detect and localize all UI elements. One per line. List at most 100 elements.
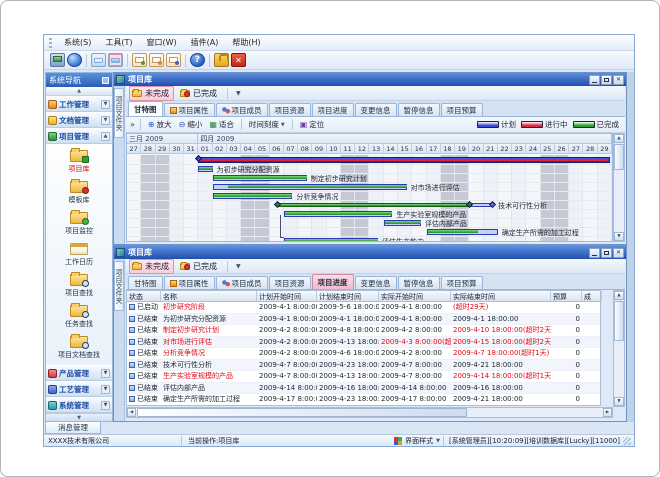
collapse-button[interactable]: ▲	[46, 87, 112, 96]
resize-grip[interactable]	[623, 437, 631, 445]
column-实际开始时间[interactable]: 实际开始时间	[379, 291, 451, 301]
scroll-thumb[interactable]	[614, 301, 624, 341]
tab-变更信息[interactable]: 变更信息	[355, 103, 397, 116]
chevron-down-icon[interactable]: ▼	[233, 90, 244, 97]
maximize-button[interactable]	[601, 75, 612, 85]
chevron-down-icon[interactable]: ▼	[233, 263, 244, 270]
task-bar[interactable]	[284, 238, 378, 241]
filter-button-未完成[interactable]: 未完成	[129, 86, 174, 101]
tab-项目属性[interactable]: 项目属性	[164, 103, 215, 116]
nav-item-项目文档查找[interactable]: 项目文档查找	[58, 333, 100, 362]
mail-note-icon[interactable]	[166, 53, 181, 67]
sidebar-group-产品管理[interactable]: 产品管理▼	[46, 365, 112, 381]
scroll-right-arrow[interactable]: ▶	[603, 408, 612, 417]
tab-变更信息[interactable]: 变更信息	[355, 276, 397, 289]
column-计划开始时间[interactable]: 计划开始时间	[257, 291, 317, 301]
column-状态[interactable]: 状态	[127, 291, 161, 301]
nav-item-项目库[interactable]: 项目库	[69, 147, 90, 176]
task-bar[interactable]	[427, 229, 498, 235]
table-row[interactable]: 已结束分析竞争情况2009-4-2 8:00:002009-4-6 18:00:…	[127, 348, 600, 360]
menu-item-2[interactable]: 工具(T)	[98, 35, 139, 50]
column-成[interactable]: 成	[582, 291, 602, 301]
pin-icon[interactable]	[102, 77, 109, 84]
locate-button[interactable]: ▣定位	[298, 118, 327, 131]
chevron-down-icon[interactable]: ▼	[101, 116, 110, 125]
scroll-up-arrow[interactable]: ▲	[614, 291, 624, 300]
more-buttons-icon[interactable]: »	[130, 120, 135, 129]
window-titlebar[interactable]: 项目库✕	[114, 246, 626, 259]
column-实际结束时间[interactable]: 实际结束时间	[451, 291, 551, 301]
table-row[interactable]: 已结束制定初步研究计划2009-4-2 8:00:002009-4-8 18:0…	[127, 325, 600, 337]
nav-item-工作日历[interactable]: 工作日历	[65, 240, 93, 269]
vertical-scrollbar[interactable]: ▲▼	[613, 133, 625, 242]
nav-item-项目监控[interactable]: 项目监控	[65, 209, 93, 238]
minimize-button[interactable]	[589, 75, 600, 85]
column-预算[interactable]: 预算	[551, 291, 582, 301]
tab-项目成员[interactable]: 项目成员	[216, 276, 268, 289]
summary-bar[interactable]	[198, 157, 610, 163]
column-名称[interactable]: 名称	[161, 291, 257, 301]
tab-暂停信息[interactable]: 暂停信息	[398, 276, 440, 289]
chevron-down-icon[interactable]: ▼	[436, 438, 440, 444]
nav-item-任务查找[interactable]: 任务查找	[65, 302, 93, 331]
zoom-out-button[interactable]: ⊖缩小	[177, 118, 205, 131]
filter-button-已完成[interactable]: 已完成	[177, 259, 222, 274]
sidebar-group-项目管理[interactable]: 项目管理▲	[46, 128, 112, 144]
tab-项目资源[interactable]: 项目资源	[269, 103, 311, 116]
workspace-icon[interactable]	[50, 53, 65, 67]
column-计划结束时间[interactable]: 计划结束时间	[317, 291, 379, 301]
task-bar[interactable]	[213, 193, 293, 199]
tab-项目成员[interactable]: 项目成员	[216, 103, 268, 116]
folder-side-tab[interactable]: 项目文件夹	[114, 88, 124, 138]
sidebar-group-系统管理[interactable]: 系统管理▼	[46, 397, 112, 413]
table-row[interactable]: 已结束为初步研究分配资源2009-4-1 8:00:002009-4-1 18:…	[127, 314, 600, 326]
folder-open-icon[interactable]	[91, 53, 106, 67]
nav-item-项目查找[interactable]: 项目查找	[65, 271, 93, 300]
ui-style-button[interactable]: 界面样式	[405, 436, 433, 446]
task-bar[interactable]	[384, 220, 421, 226]
tab-项目预算[interactable]: 项目预算	[441, 276, 483, 289]
table-row[interactable]: 已结束对市场进行评估2009-4-2 8:00:002009-4-13 18:0…	[127, 337, 600, 349]
filter-button-未完成[interactable]: 未完成	[129, 259, 174, 274]
fit-button[interactable]: ▦适合	[207, 118, 236, 131]
chevron-down-icon[interactable]: ▼	[101, 369, 110, 378]
nav-item-模板库[interactable]: 模板库	[69, 178, 90, 207]
sidebar-group-工艺管理[interactable]: 工艺管理▼	[46, 381, 112, 397]
scroll-thumb[interactable]	[614, 144, 624, 170]
save-layout-icon[interactable]	[108, 53, 123, 67]
menu-item-5[interactable]: 帮助(H)	[225, 35, 267, 50]
scroll-thumb[interactable]	[137, 408, 467, 417]
sidebar-group-工作管理[interactable]: 工作管理▼	[46, 96, 112, 112]
chevron-down-icon[interactable]: ▼	[101, 385, 110, 394]
tab-暂停信息[interactable]: 暂停信息	[398, 103, 440, 116]
scroll-left-arrow[interactable]: ◀	[127, 408, 136, 417]
close-button[interactable]: ✕	[613, 248, 624, 258]
tab-项目资源[interactable]: 项目资源	[269, 276, 311, 289]
table-row[interactable]: 已启动初步研究阶段2009-4-1 8:00:002009-5-6 18:00:…	[127, 302, 600, 314]
task-bar[interactable]	[213, 184, 407, 190]
help-icon[interactable]: ?	[190, 53, 205, 67]
table-row[interactable]: 已结束确定生产所需的加工过程2009-4-17 8:00:002009-4-23…	[127, 394, 600, 406]
filter-button-已完成[interactable]: 已完成	[177, 86, 222, 101]
close-button[interactable]: ✕	[613, 75, 624, 85]
tab-message-management[interactable]: 消息管理	[45, 421, 101, 434]
lock-icon[interactable]	[214, 53, 229, 67]
table-row[interactable]: 已结束生产实验室规模的产品2009-4-7 8:00:002009-4-13 1…	[127, 371, 600, 383]
task-bar[interactable]	[213, 175, 307, 181]
tab-甘特图[interactable]: 甘特图	[128, 101, 163, 116]
table-row[interactable]: 已结束技术可行性分析2009-4-7 8:00:002009-4-23 18:0…	[127, 360, 600, 372]
task-bar[interactable]	[198, 166, 212, 172]
scroll-up-arrow[interactable]: ▲	[614, 134, 624, 143]
mail-new-icon[interactable]	[132, 53, 147, 67]
window-titlebar[interactable]: 项目库✕	[114, 73, 626, 86]
tab-项目进度[interactable]: 项目进度	[312, 103, 354, 116]
chevron-down-icon[interactable]: ▼	[101, 100, 110, 109]
zoom-in-button[interactable]: ⊕放大	[146, 118, 174, 131]
tab-项目预算[interactable]: 项目预算	[441, 103, 483, 116]
task-bar[interactable]	[277, 203, 470, 207]
tab-项目进度[interactable]: 项目进度	[312, 274, 354, 289]
task-bar[interactable]	[284, 211, 392, 217]
time-scale-button[interactable]: 时间刻度▼	[247, 118, 287, 131]
internet-icon[interactable]	[67, 53, 82, 67]
sidebar-group-文档管理[interactable]: 文档管理▼	[46, 112, 112, 128]
